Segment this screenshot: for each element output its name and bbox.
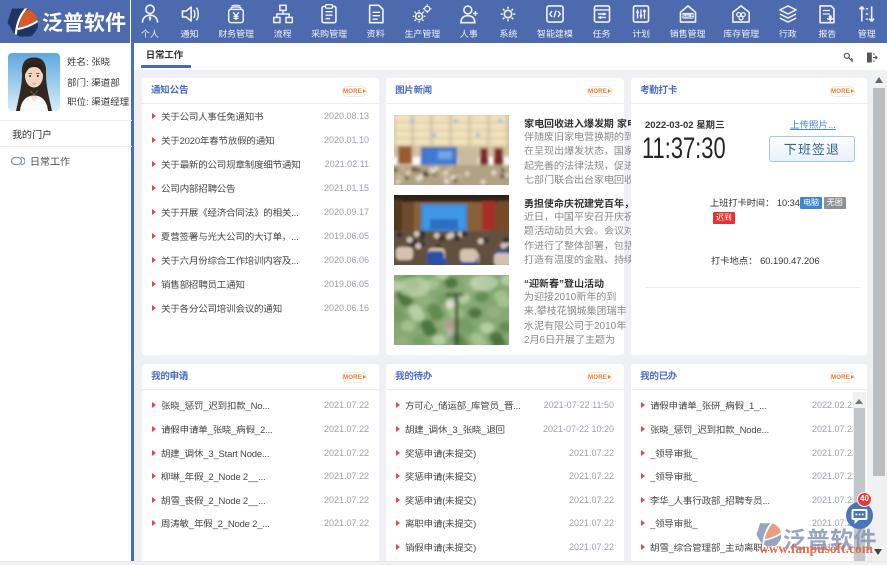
svg-text:SALE: SALE [682,13,694,18]
